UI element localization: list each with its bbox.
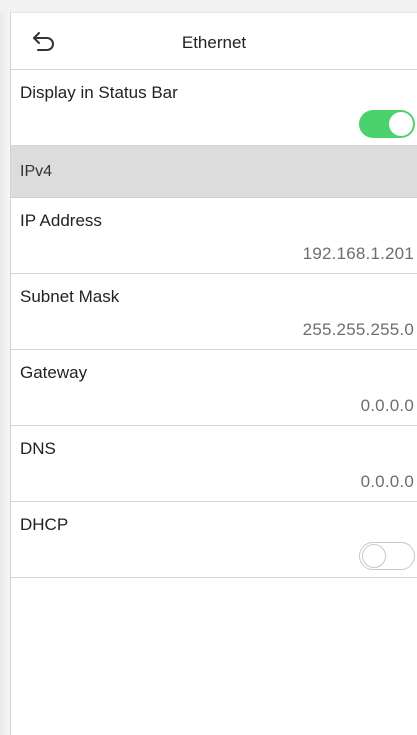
dns-value: 0.0.0.0 (360, 472, 414, 491)
dhcp-label: DHCP (20, 515, 69, 534)
gateway-row[interactable]: Gateway 0.0.0.0 (11, 350, 417, 426)
background-left (0, 0, 10, 735)
display-in-status-bar-toggle[interactable] (359, 110, 415, 138)
display-in-status-bar-label: Display in Status Bar (20, 83, 178, 102)
ethernet-settings-screen: Ethernet Display in Status Bar IPv4 IP A… (10, 12, 417, 735)
display-in-status-bar-row[interactable]: Display in Status Bar (11, 70, 417, 146)
subnet-mask-label: Subnet Mask (20, 287, 120, 306)
dhcp-toggle[interactable] (359, 542, 415, 570)
dhcp-row[interactable]: DHCP (11, 502, 417, 578)
section-header-ipv4: IPv4 (11, 146, 417, 198)
subnet-mask-value: 255.255.255.0 (302, 320, 414, 339)
dns-label: DNS (20, 439, 56, 458)
background-top (0, 0, 417, 12)
header: Ethernet (11, 13, 417, 70)
subnet-mask-row[interactable]: Subnet Mask 255.255.255.0 (11, 274, 417, 350)
dns-row[interactable]: DNS 0.0.0.0 (11, 426, 417, 502)
ip-address-row[interactable]: IP Address 192.168.1.201 (11, 198, 417, 274)
gateway-value: 0.0.0.0 (360, 396, 414, 415)
toggle-knob (389, 112, 413, 136)
ip-address-value: 192.168.1.201 (302, 244, 414, 263)
gateway-label: Gateway (20, 363, 88, 382)
toggle-knob (362, 544, 386, 568)
section-label: IPv4 (20, 163, 53, 180)
page-title: Ethernet (181, 33, 247, 52)
ip-address-label: IP Address (20, 211, 102, 230)
